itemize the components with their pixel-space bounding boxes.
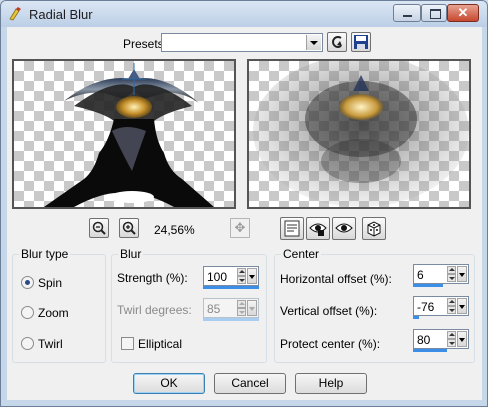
- eye-lock-icon: [309, 223, 327, 236]
- slider-popup-icon[interactable]: [247, 300, 257, 316]
- vertical-offset-slider-bar[interactable]: [413, 316, 419, 319]
- elliptical-label[interactable]: Elliptical: [138, 337, 182, 351]
- horizontal-offset-slider-bar[interactable]: [413, 284, 443, 287]
- preview-toggle-button[interactable]: [332, 217, 356, 240]
- radio-twirl-label[interactable]: Twirl: [38, 337, 63, 351]
- cancel-button[interactable]: Cancel: [214, 373, 286, 394]
- auto-proof-button[interactable]: [306, 217, 330, 240]
- vertical-offset-label: Vertical offset (%):: [280, 304, 378, 318]
- spin-up-icon[interactable]: [447, 266, 456, 274]
- dice-icon: [367, 221, 381, 237]
- maximize-button[interactable]: [421, 4, 447, 22]
- chevron-down-icon[interactable]: [306, 35, 321, 50]
- pan-button[interactable]: ✥: [230, 218, 250, 238]
- result-preview[interactable]: [247, 59, 471, 209]
- window-title: Radial Blur: [29, 7, 93, 22]
- horizontal-offset-spinbox[interactable]: 6: [413, 264, 469, 284]
- spin-up-icon[interactable]: [237, 300, 246, 308]
- minimize-icon: [403, 15, 412, 17]
- twirl-degrees-value: 85: [207, 302, 221, 316]
- minimize-button[interactable]: [393, 4, 421, 22]
- vertical-offset-spinbox[interactable]: -76: [413, 296, 469, 316]
- result-image: [253, 61, 469, 207]
- title-bar[interactable]: Radial Blur ✕: [1, 1, 487, 27]
- reset-preset-button[interactable]: [327, 32, 347, 52]
- twirl-degrees-spinbox[interactable]: 85: [203, 298, 259, 318]
- vertical-offset-value: -76: [417, 300, 435, 314]
- blur-type-title: Blur type: [19, 247, 71, 261]
- presets-dropdown[interactable]: [161, 33, 323, 52]
- reset-arrow-icon: [332, 36, 342, 48]
- zoom-level: 24,56%: [154, 223, 195, 237]
- proof-toggle-button[interactable]: [280, 217, 304, 240]
- radio-zoom[interactable]: [21, 306, 34, 319]
- horizontal-offset-value: 6: [417, 268, 424, 282]
- close-icon: ✕: [457, 5, 469, 20]
- maximize-icon: [430, 9, 441, 19]
- spin-down-icon[interactable]: [237, 308, 246, 316]
- spin-up-icon[interactable]: [447, 298, 456, 306]
- radio-twirl[interactable]: [21, 337, 34, 350]
- move-icon: ✥: [234, 220, 246, 235]
- slider-popup-icon[interactable]: [247, 268, 257, 284]
- slider-popup-icon[interactable]: [457, 331, 467, 347]
- slider-popup-icon[interactable]: [457, 266, 467, 282]
- randomize-button[interactable]: [362, 217, 386, 240]
- zoom-out-button[interactable]: [89, 218, 109, 238]
- radio-zoom-label[interactable]: Zoom: [38, 306, 69, 320]
- save-preset-button[interactable]: [351, 32, 371, 52]
- protect-center-spinbox[interactable]: 80: [413, 329, 469, 349]
- radio-spin[interactable]: [21, 276, 34, 289]
- protect-center-value: 80: [417, 333, 431, 347]
- ok-button[interactable]: OK: [133, 373, 205, 394]
- protect-center-slider-bar[interactable]: [413, 349, 447, 352]
- center-title: Center: [281, 247, 322, 261]
- spin-down-icon[interactable]: [447, 274, 456, 282]
- strength-spinbox[interactable]: 100: [203, 266, 259, 286]
- zoom-in-button[interactable]: [119, 218, 139, 238]
- dialog-client-area: Presets: 24,56% ✥ Blur type Spin Zoom Tw…: [7, 27, 482, 400]
- spin-up-icon[interactable]: [447, 331, 456, 339]
- close-button[interactable]: ✕: [447, 4, 479, 22]
- eye-icon: [335, 223, 353, 233]
- blur-title: Blur: [118, 247, 144, 261]
- app-icon: [9, 7, 21, 21]
- strength-label: Strength (%):: [117, 271, 188, 285]
- source-preview[interactable]: [12, 59, 236, 209]
- save-disk-icon: [354, 35, 368, 49]
- help-button[interactable]: Help: [295, 373, 367, 394]
- spin-up-icon[interactable]: [237, 268, 246, 276]
- proof-list-icon: [284, 220, 300, 237]
- source-image: [44, 63, 214, 207]
- slider-popup-icon[interactable]: [457, 298, 467, 314]
- zoom-out-icon: [92, 221, 106, 235]
- strength-slider-bar[interactable]: [203, 286, 259, 289]
- radio-spin-label[interactable]: Spin: [38, 276, 62, 290]
- spin-down-icon[interactable]: [237, 276, 246, 284]
- elliptical-checkbox[interactable]: [121, 337, 134, 350]
- strength-value: 100: [207, 270, 228, 284]
- spin-down-icon[interactable]: [447, 339, 456, 347]
- zoom-in-icon: [122, 221, 136, 235]
- twirl-degrees-label: Twirl degrees:: [117, 303, 192, 317]
- twirl-degrees-slider-bar[interactable]: [203, 318, 259, 321]
- radial-blur-dialog: Radial Blur ✕ Presets: 24,56% ✥ Blur typ…: [0, 0, 488, 407]
- spin-down-icon[interactable]: [447, 306, 456, 314]
- horizontal-offset-label: Horizontal offset (%):: [280, 272, 392, 286]
- protect-center-label: Protect center (%):: [280, 337, 381, 351]
